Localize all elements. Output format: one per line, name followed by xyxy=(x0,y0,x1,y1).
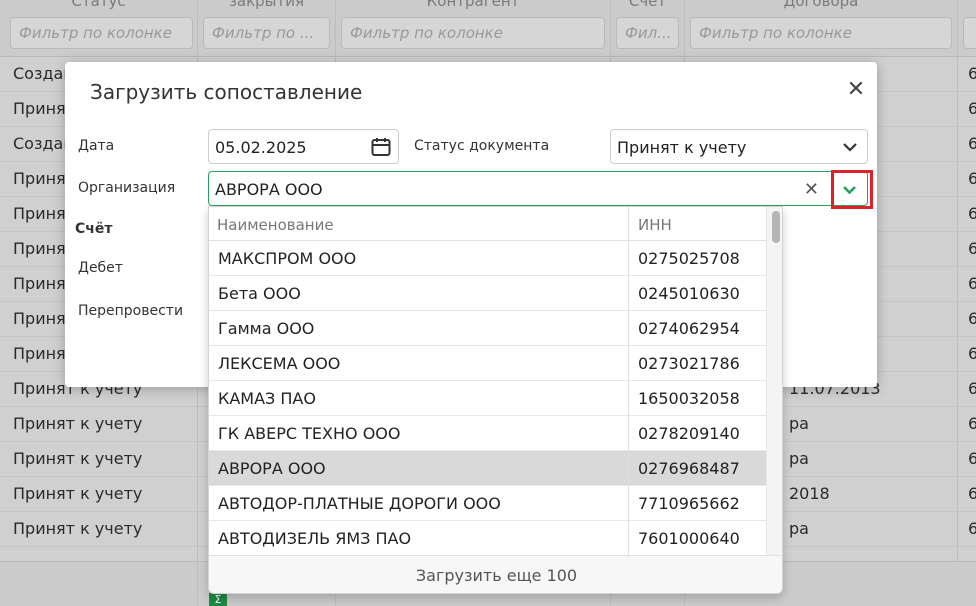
item-inn: 0274062954 xyxy=(638,319,740,338)
item-name: АВТОДОР-ПЛАТНЫЕ ДОРОГИ ООО xyxy=(218,494,501,513)
cell-status: Принят к учету xyxy=(13,449,143,468)
cell-status: Принят к учету xyxy=(13,519,143,538)
list-item[interactable]: Бета ООО 0245010630 xyxy=(209,276,766,311)
status-value: Принят к учету xyxy=(617,138,747,157)
date-label: Дата xyxy=(78,138,115,154)
cell-last: 6 xyxy=(968,64,976,83)
dropdown-header: Наименование ИНН xyxy=(209,207,766,241)
dropdown-column-name: Наименование xyxy=(217,216,334,234)
date-field[interactable]: 05.02.2025 xyxy=(208,129,399,164)
cell-last: 6 xyxy=(968,449,976,468)
column-header-contract[interactable]: Договора xyxy=(685,0,957,10)
cell-contract: ра xyxy=(789,449,809,468)
column-header-counterparty[interactable]: Контрагент xyxy=(336,0,610,10)
cell-status: Принят к учету xyxy=(13,414,143,433)
status-label: Статус документа xyxy=(414,138,550,154)
list-item[interactable]: ГК АВЕРС ТЕХНО ООО 0278209140 xyxy=(209,416,766,451)
organization-dropdown: Наименование ИНН МАКСПРОМ ООО 0275025708 Б… xyxy=(208,206,783,594)
cell-last: 6 xyxy=(968,484,976,503)
highlight-box xyxy=(831,170,873,209)
close-icon[interactable]: ✕ xyxy=(845,79,867,101)
list-item[interactable]: КАМАЗ ПАО 1650032058 xyxy=(209,381,766,416)
item-name: Бета ООО xyxy=(218,284,301,303)
list-item[interactable]: ЛЕКСЕМА ООО 0273021786 xyxy=(209,346,766,381)
item-name: КАМАЗ ПАО xyxy=(218,389,316,408)
cell-last: 6 xyxy=(968,239,976,258)
cell-last: 6 xyxy=(968,99,976,118)
list-item[interactable]: АВТОДИЗЕЛЬ ЯМЗ ПАО 7601000640 xyxy=(209,521,766,556)
cell-last: 6 xyxy=(968,379,976,398)
item-name: АВРОРА ООО xyxy=(218,459,326,478)
item-inn: 7601000640 xyxy=(638,529,740,548)
item-name: АВТОДИЗЕЛЬ ЯМЗ ПАО xyxy=(218,529,412,548)
cell-last: 6 xyxy=(968,134,976,153)
sum-icon[interactable]: Σ xyxy=(209,593,227,606)
cell-last: 6 xyxy=(968,414,976,433)
scrollbar-thumb[interactable] xyxy=(772,211,780,243)
column-divider xyxy=(628,207,629,555)
item-name: Гамма ООО xyxy=(218,319,315,338)
column-header-close-date[interactable]: закрытия xyxy=(198,0,335,10)
list-item[interactable]: АВРОРА ООО 0276968487 xyxy=(209,451,766,486)
cell-last: 6 xyxy=(968,204,976,223)
column-divider xyxy=(197,562,198,606)
item-inn: 0245010630 xyxy=(638,284,740,303)
date-value: 05.02.2025 xyxy=(215,138,307,157)
cell-contract: ра xyxy=(789,414,809,433)
item-inn: 0275025708 xyxy=(638,249,740,268)
item-inn: 0276968487 xyxy=(638,459,740,478)
debit-label: Дебет xyxy=(78,260,123,276)
filter-input-account[interactable]: Фил... xyxy=(616,17,679,49)
filter-input-contract[interactable]: Фильтр по колонке xyxy=(690,17,952,49)
account-section-label: Счёт xyxy=(75,221,113,237)
organization-select[interactable]: АВРОРА ООО ✕ xyxy=(208,171,868,206)
cell-contract: 2018 xyxy=(789,484,830,503)
chevron-down-icon[interactable] xyxy=(839,136,861,158)
item-inn: 0273021786 xyxy=(638,354,740,373)
filter-input-close-date[interactable]: Фильтр по ... xyxy=(203,17,330,49)
column-header-status[interactable]: Статус xyxy=(0,0,197,10)
item-inn: 1650032058 xyxy=(638,389,740,408)
item-name: ГК АВЕРС ТЕХНО ООО xyxy=(218,424,401,443)
organization-label: Организация xyxy=(78,180,176,196)
list-item[interactable]: АВТОДОР-ПЛАТНЫЕ ДОРОГИ ООО 7710965662 xyxy=(209,486,766,521)
cell-contract: ра xyxy=(789,519,809,538)
cell-last: 6 xyxy=(968,309,976,328)
list-item[interactable]: МАКСПРОМ ООО 0275025708 xyxy=(209,241,766,276)
calendar-icon[interactable] xyxy=(370,136,392,158)
filter-input-counterparty[interactable]: Фильтр по колонке xyxy=(341,17,605,49)
filter-input-extra[interactable] xyxy=(963,17,976,49)
item-name: ЛЕКСЕМА ООО xyxy=(218,354,341,373)
item-name: МАКСПРОМ ООО xyxy=(218,249,357,268)
cell-last: 6 xyxy=(968,519,976,538)
grid-header: Статус закрытия Контрагент Счёт Договора… xyxy=(0,0,976,57)
list-item[interactable]: Гамма ООО 0274062954 xyxy=(209,311,766,346)
item-inn: 0278209140 xyxy=(638,424,740,443)
filter-input-status[interactable]: Фильтр по колонке xyxy=(10,17,193,49)
dropdown-column-inn: ИНН xyxy=(638,216,672,234)
cell-status: Принят к учету xyxy=(13,484,143,503)
clear-icon[interactable]: ✕ xyxy=(804,179,819,200)
column-header-account[interactable]: Счёт xyxy=(611,0,684,10)
organization-value: АВРОРА ООО xyxy=(215,180,323,199)
item-inn: 7710965662 xyxy=(638,494,740,513)
status-select[interactable]: Принят к учету xyxy=(610,129,868,164)
load-more-button[interactable]: Загрузить еще 100 xyxy=(209,555,782,593)
cell-last: 6 xyxy=(968,274,976,293)
repost-label: Перепровести xyxy=(78,303,184,319)
dialog-title: Загрузить сопоставление xyxy=(90,80,363,104)
scrollbar[interactable] xyxy=(766,207,782,555)
cell-last: 6 xyxy=(968,169,976,188)
cell-last: 6 xyxy=(968,344,976,363)
